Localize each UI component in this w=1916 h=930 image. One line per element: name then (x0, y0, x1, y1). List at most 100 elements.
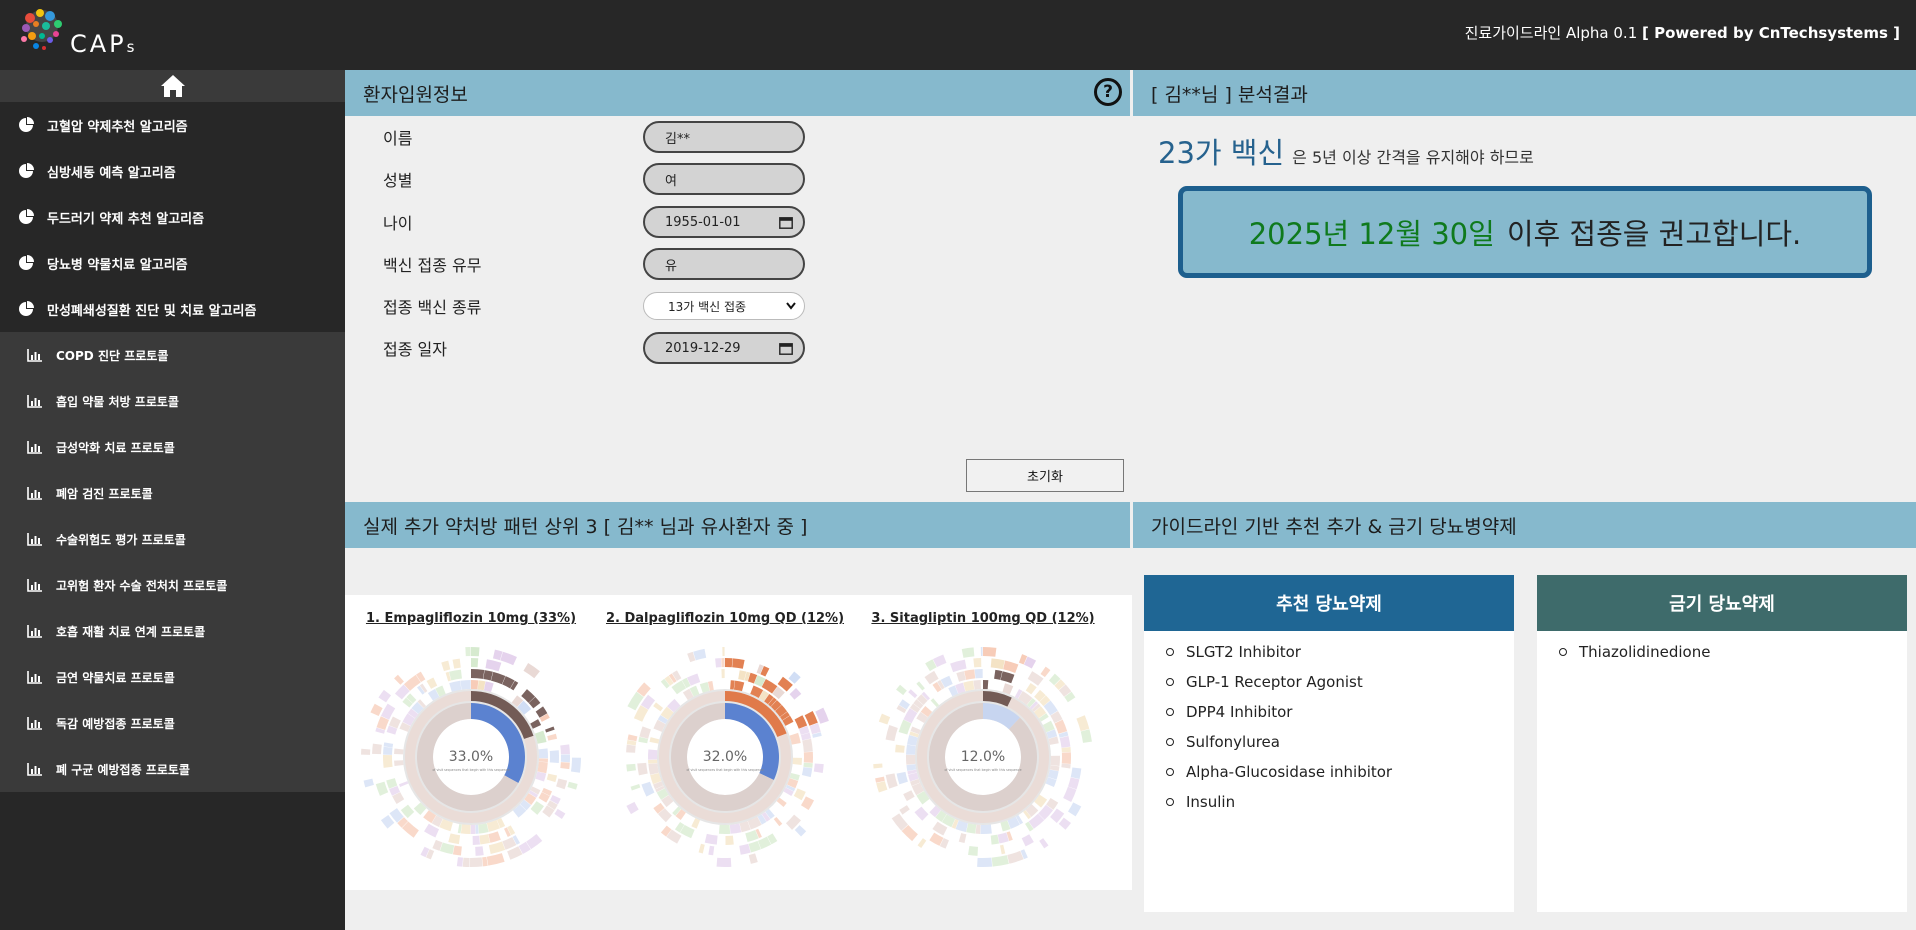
sidebar-subitem-lung-cancer[interactable]: 폐암 검진 프로토콜 (0, 470, 345, 516)
sidebar-item-copd[interactable]: 만성폐쇄성질환 진단 및 치료 알고리즘 (0, 286, 345, 332)
sunburst-outer-segment (708, 845, 715, 856)
sidebar-item-urticaria[interactable]: 두드러기 약제 추천 알고리즘 (0, 194, 345, 240)
calendar-icon[interactable] (779, 342, 793, 355)
sunburst-center-caption: of visit sequences that begin with this … (686, 768, 763, 772)
sunburst-outer-segment (538, 758, 548, 763)
name-label: 이름 (383, 129, 413, 148)
sunburst-outer-segment (482, 856, 488, 867)
sidebar-subitem-copd-diagnosis[interactable]: COPD 진단 프로토콜 (0, 332, 345, 378)
sunburst-outer-segment (394, 674, 404, 685)
list-item: Sulfonylurea (1166, 727, 1514, 757)
pie-chart-icon (19, 117, 34, 132)
sidebar-subitem-exacerbation[interactable]: 급성악화 치료 프로토콜 (0, 424, 345, 470)
sunburst-center-percent: 33.0% (449, 749, 493, 765)
vaccinated-field[interactable]: 유 (643, 248, 805, 280)
sidebar-subitem-flu[interactable]: 독감 예방접종 프로토콜 (0, 700, 345, 746)
sidebar-subitem-surgery-risk[interactable]: 수술위험도 평가 프로토콜 (0, 516, 345, 562)
help-icon[interactable]: ? (1094, 78, 1122, 106)
sunburst-outer-segment (906, 754, 916, 765)
sunburst-outer-segment (439, 842, 455, 855)
sidebar-item-diabetes[interactable]: 당뇨병 약물치료 알고리즘 (0, 240, 345, 286)
sunburst-chart-3[interactable]: 12.0% of visit sequences that begin with … (863, 637, 1103, 877)
patient-panel-title: 환자입원정보 (363, 83, 468, 106)
sunburst-chart-1[interactable]: 33.0% of visit sequences that begin with … (351, 637, 591, 877)
sex-value: 여 (665, 173, 677, 189)
sidebar-subitem-smoking[interactable]: 금연 약물치료 프로토콜 (0, 654, 345, 700)
sunburst-outer-segment (693, 648, 707, 661)
calendar-icon[interactable] (779, 216, 793, 229)
sunburst-outer-segment (739, 843, 751, 855)
sunburst-outer-segment (570, 757, 581, 773)
patient-panel-header: 환자입원정보 ? (345, 70, 1130, 116)
top-bar: CAPs 진료가이드라인 Alpha 0.1 [ Powered by CnTe… (0, 0, 1916, 70)
interval-text: 은 5년 이상 간격을 유지해야 하므로 (1292, 148, 1534, 167)
recommended-drugs-card: 추천 당뇨약제 SLGT2 Inhibitor GLP-1 Receptor A… (1144, 575, 1514, 912)
sunburst-outer-segment (983, 680, 989, 690)
sunburst-outer-segment (648, 763, 659, 775)
main-nav: 고혈압 약제추천 알고리즘 심방세동 예측 알고리즘 두드러기 약제 추천 알고… (0, 102, 345, 332)
birthdate-field[interactable]: 1955-01-01 (643, 206, 805, 238)
sunburst-chart-2[interactable]: 32.0% of visit sequences that begin with … (605, 637, 845, 877)
age-row: 나이 1955-01-01 (383, 206, 805, 238)
bar-chart-icon (27, 532, 42, 546)
vaccine-type-label: 접종 백신 종류 (383, 298, 482, 317)
name-field[interactable]: 김** (643, 121, 805, 153)
sunburst-outer-segment (394, 760, 404, 767)
sunburst-outer-segment (975, 824, 981, 834)
age-label: 나이 (383, 214, 413, 233)
sunburst-outer-segment (626, 744, 636, 753)
logo-text-sub: s (126, 38, 135, 56)
sunburst-outer-segment (732, 658, 745, 669)
sunburst-outer-segment (452, 658, 461, 669)
sidebar-subitem-pneumococcal[interactable]: 폐 구균 예방접종 프로토콜 (0, 746, 345, 792)
result-interval-line: 23가 백신 은 5년 이상 간격을 유지해야 하므로 (1158, 130, 1534, 172)
sunburst-outer-segment (560, 754, 570, 763)
sidebar-subitem-inhaler[interactable]: 흡입 약물 처방 프로토콜 (0, 378, 345, 424)
logo-text-main: CAP (70, 30, 127, 58)
sunburst-outer-segment (639, 726, 651, 739)
sidebar-item-hypertension[interactable]: 고혈압 약제추천 알고리즘 (0, 102, 345, 148)
sunburst-outer-segment (452, 845, 462, 856)
bar-chart-icon (27, 486, 42, 500)
sunburst-outer-segment (630, 784, 641, 791)
sidebar-item-label: 당뇨병 약물치료 알고리즘 (47, 257, 188, 273)
chart-title-2: 2. Dalpagliflozin 10mg QD (12%) (605, 611, 845, 626)
sunburst-outer-segment (1000, 671, 1015, 684)
vaccinated-label: 백신 접종 유무 (383, 256, 482, 275)
bar-chart-icon (27, 762, 42, 776)
sunburst-outer-segment (441, 660, 451, 672)
sunburst-outer-segment (460, 680, 471, 690)
sunburst-outer-segment (990, 834, 1000, 845)
sunburst-outer-segment (885, 725, 898, 742)
sunburst-outer-segment (956, 671, 966, 682)
vaccine-type-select[interactable]: 13가 백신 접종 (643, 292, 805, 320)
sunburst-outer-segment (545, 726, 555, 733)
sunburst-outer-segment (876, 781, 888, 793)
sunburst-outer-segment (793, 788, 806, 801)
sunburst-outer-segment (983, 647, 997, 657)
reset-button[interactable]: 초기화 (966, 459, 1124, 492)
sex-field[interactable]: 여 (643, 163, 805, 195)
vaccine-date-field[interactable]: 2019-12-29 (643, 332, 805, 364)
sidebar-subitem-preop[interactable]: 고위험 환자 수술 전처치 프로토콜 (0, 562, 345, 608)
sunburst-outer-segment (1003, 660, 1019, 673)
sunburst-outer-segment (626, 763, 636, 772)
bar-chart-icon (27, 394, 42, 408)
sidebar-subitem-label: 폐암 검진 프로토콜 (56, 486, 153, 501)
app-logo-text: CAPs (70, 30, 134, 58)
sunburst-outer-segment (704, 833, 718, 845)
guideline-panel-title: 가이드라인 기반 추천 추가 & 금기 당뇨병약제 (1151, 515, 1517, 538)
sunburst-outer-segment (637, 762, 648, 776)
bar-chart-icon (27, 440, 42, 454)
sunburst-outer-segment (800, 796, 815, 811)
sunburst-outer-segment (730, 680, 735, 690)
app-title-prefix: 진료가이드라인 Alpha 0.1 (1464, 24, 1638, 42)
sunburst-outer-segment (1059, 735, 1071, 748)
sunburst-outer-segment (813, 763, 824, 774)
home-button[interactable] (0, 70, 345, 102)
sunburst-outer-segment (792, 757, 802, 765)
sunburst-charts: 1. Empagliflozin 10mg (33%) 2. Dalpaglif… (345, 595, 1132, 890)
sunburst-outer-segment (1076, 715, 1090, 732)
sidebar-item-afib[interactable]: 심방세동 예측 알고리즘 (0, 148, 345, 194)
sidebar-subitem-rehab[interactable]: 호흡 재활 치료 연계 프로토콜 (0, 608, 345, 654)
